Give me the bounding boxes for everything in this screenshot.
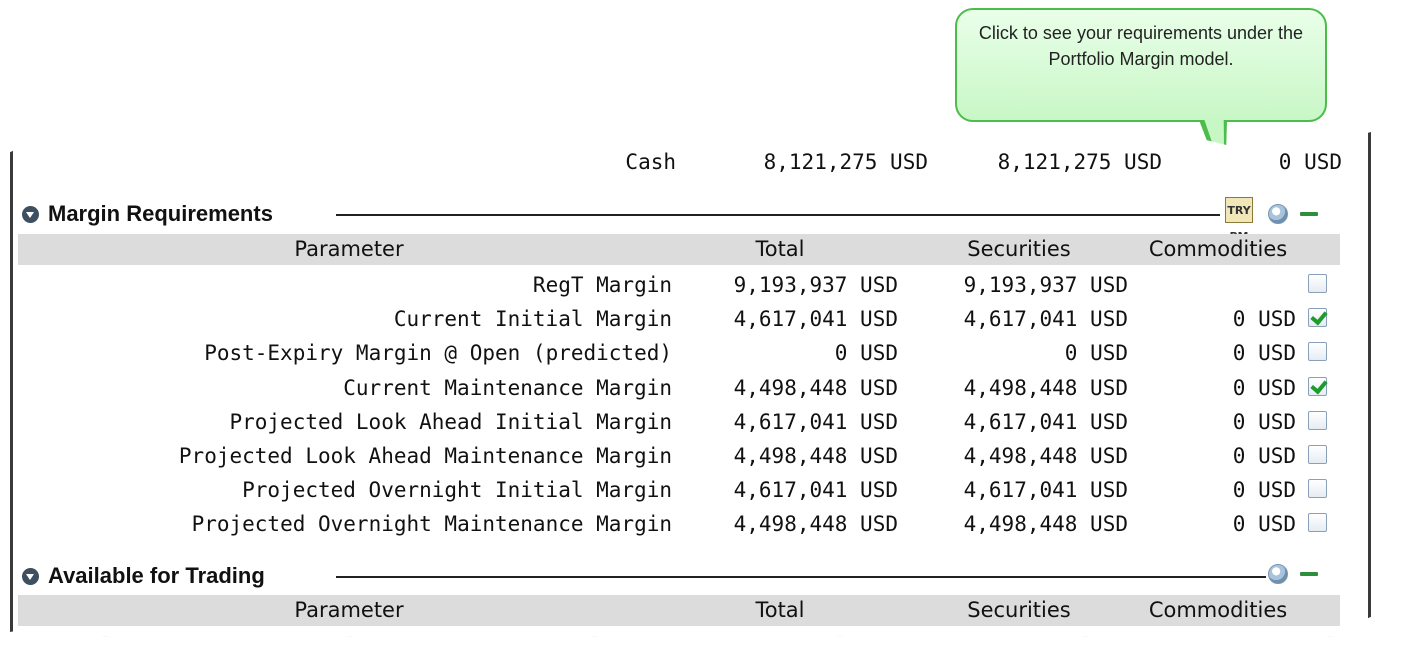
securities-cell: 4,498,448 USD [963,375,1128,400]
column-header-parameter[interactable]: Parameter [18,598,680,622]
available-for-trading-section-header: Available for Trading [18,560,1340,592]
portfolio-margin-callout: Click to see your requirements under the… [955,8,1327,122]
available-for-trading-title: Available for Trading [48,563,265,588]
collapse-arrow-icon[interactable] [22,206,39,223]
column-header-securities[interactable]: Securities [908,237,1130,261]
column-header-total[interactable]: Total [680,237,880,261]
try-pm-button[interactable]: TRY PM [1225,197,1253,243]
help-icon[interactable] [1268,564,1288,584]
table-row: Current Maintenance Margin 4,498,448 USD 4… [18,371,1340,405]
table-row: Projected Overnight Initial Margin 4,617,… [18,473,1340,507]
securities-cell: 4,617,041 USD [963,409,1128,434]
total-cell: 4,498,448 USD [733,375,898,400]
cash-securities: 8,121,275 USD [997,150,1162,174]
total-cell: 4,498,448 USD [733,512,898,537]
cash-total: 8,121,275 USD [763,150,928,174]
parameter-cell: Projected Overnight Maintenance Margin [191,512,672,537]
column-header-commodities[interactable]: Commodities [1118,598,1318,622]
cash-commodities: 0 USD [1278,150,1342,174]
parameter-cell: Projected Look Ahead Initial Margin [229,409,672,434]
commodities-cell: 0 USD [1232,512,1296,537]
collapse-arrow-icon[interactable] [22,568,39,585]
table-row: Post-Expiry Margin @ Open (predicted) 0 U… [18,336,1340,370]
row-checkbox[interactable] [1308,479,1327,499]
total-cell: 0 USD [834,341,898,366]
help-icon[interactable] [1268,204,1288,224]
column-header-parameter[interactable]: Parameter [18,237,680,261]
securities-cell: 4,498,448 USD [963,512,1128,537]
parameter-cell: RegT Margin [532,273,672,297]
row-checkbox[interactable] [1308,513,1327,533]
securities-cell: 4,498,448 USD [963,444,1128,468]
commodities-cell: 0 USD [1232,444,1296,468]
trading-table-header: Parameter Total Securities Commodities [18,595,1340,626]
securities-cell: 0 USD [1064,341,1128,366]
parameter-cell: Post-Expiry Margin @ Open (predicted) [204,341,672,366]
row-checkbox[interactable] [1308,410,1327,430]
row-checkbox[interactable] [1308,274,1327,293]
table-row: Projected Look Ahead Initial Margin 4,617… [18,405,1340,439]
section-divider [336,214,1220,216]
total-cell: 4,617,041 USD [733,478,898,503]
parameter-cell: Projected Overnight Initial Margin [242,478,672,503]
commodities-cell: 0 USD [1232,375,1296,400]
minimize-icon[interactable] [1300,212,1318,216]
total-cell: 9,193,937 USD [733,273,898,297]
cash-row: Cash 8,121,275 USD 8,121,275 USD 0 USD [18,146,1342,180]
table-row: RegT Margin 9,193,937 USD 9,193,937 USD [18,268,1340,302]
column-header-securities[interactable]: Securities [908,598,1130,622]
margin-requirements-title: Margin Requirements [48,201,273,226]
margin-table-header: Parameter Total Securities Commodities [18,234,1340,265]
row-checkbox[interactable] [1308,342,1327,362]
callout-text: Click to see your requirements under the… [978,23,1304,69]
minimize-icon[interactable] [1300,572,1318,576]
row-checkbox[interactable] [1308,445,1327,464]
cash-label: Cash [625,150,676,174]
securities-cell: 4,617,041 USD [963,478,1128,503]
parameter-cell: Projected Look Ahead Maintenance Margin [178,444,672,468]
table-row: Projected Overnight Maintenance Margin 4,… [18,507,1340,541]
row-checkbox[interactable] [1308,376,1327,396]
commodities-cell: 0 USD [1232,478,1296,503]
parameter-cell: Current Maintenance Margin [343,375,672,400]
table-row: Projected Look Ahead Maintenance Margin 4… [18,439,1340,473]
row-checkbox[interactable] [1308,308,1327,328]
commodities-cell: 0 USD [1232,341,1296,366]
parameter-cell: Current Initial Margin [393,307,672,332]
total-cell: 4,617,041 USD [733,307,898,332]
margin-requirements-section-header: Margin Requirements [18,198,1340,230]
commodities-cell: 0 USD [1232,409,1296,434]
section-divider [336,576,1266,578]
column-header-total[interactable]: Total [680,598,880,622]
table-row: Current Initial Margin 4,617,041 USD 4,617… [18,302,1340,336]
column-header-commodities[interactable]: Commodities [1118,237,1318,261]
total-cell: 4,498,448 USD [733,444,898,468]
securities-cell: 9,193,937 USD [963,273,1128,297]
securities-cell: 4,617,041 USD [963,307,1128,332]
commodities-cell: 0 USD [1232,307,1296,332]
total-cell: 4,617,041 USD [733,409,898,434]
